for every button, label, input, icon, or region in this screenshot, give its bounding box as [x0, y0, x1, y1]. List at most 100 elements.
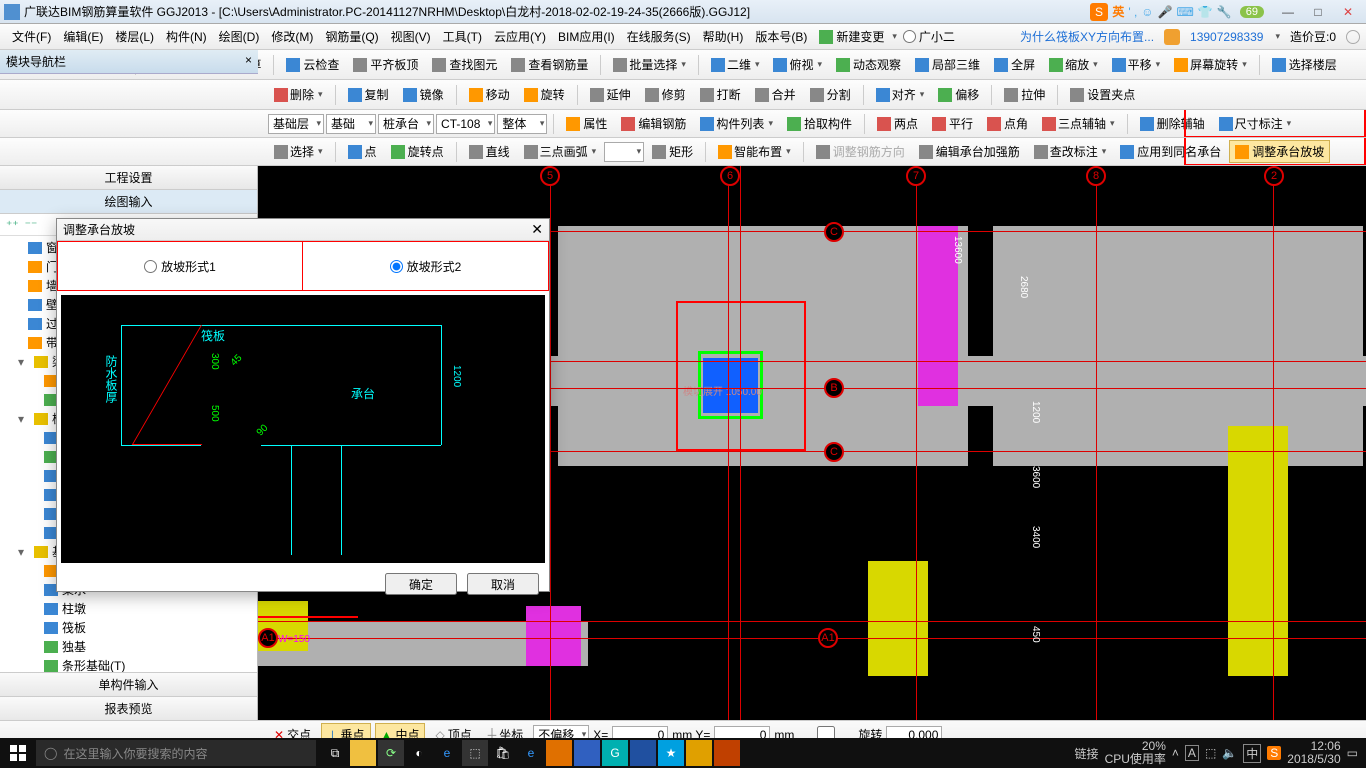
menu-comp[interactable]: 构件(N) [160, 28, 213, 45]
ime-kbd-icon[interactable]: ⌨ [1177, 5, 1194, 19]
tray-ime[interactable]: 中 [1243, 744, 1261, 763]
tree-indep[interactable]: 独基 [0, 637, 257, 656]
app3-icon[interactable]: ⬚ [462, 740, 488, 766]
editrebar-button[interactable]: 编辑钢筋 [615, 112, 692, 135]
radio-mode2[interactable]: 放坡形式2 [303, 242, 548, 290]
dialog-close-icon[interactable]: ✕ [531, 221, 543, 238]
offset-button[interactable]: 偏移 [932, 83, 985, 106]
threept-button[interactable]: 三点辅轴 [1036, 112, 1121, 135]
ime-lang[interactable]: 英 [1112, 3, 1124, 20]
menu-tool[interactable]: 工具(T) [437, 28, 488, 45]
parallel-button[interactable]: 平行 [926, 112, 979, 135]
menu-rebar[interactable]: 钢筋量(Q) [319, 28, 384, 45]
app9-icon[interactable] [686, 740, 712, 766]
rotpt-button[interactable]: 旋转点 [385, 140, 450, 163]
menu-view[interactable]: 视图(V) [385, 28, 437, 45]
user-avatar-icon[interactable] [1164, 29, 1180, 45]
merge-button[interactable]: 合并 [749, 83, 802, 106]
cancel-button[interactable]: 取消 [467, 573, 539, 595]
app1-icon[interactable]: ⟳ [378, 740, 404, 766]
user-radio[interactable]: 广小二 [903, 28, 955, 45]
menu-cloud[interactable]: 云应用(Y) [488, 28, 552, 45]
select-button[interactable]: 选择 [268, 140, 329, 163]
delete-button[interactable]: 删除 [268, 83, 329, 106]
dynview-button[interactable]: 动态观察 [830, 53, 907, 76]
point-button[interactable]: 点 [342, 140, 383, 163]
break-button[interactable]: 打断 [694, 83, 747, 106]
user-dd[interactable] [1273, 31, 1280, 42]
edge-icon[interactable]: e [434, 740, 460, 766]
app2-icon[interactable]: ◐ [406, 740, 432, 766]
menu-draw[interactable]: 绘图(D) [213, 28, 266, 45]
sogou-icon[interactable]: S [1090, 3, 1108, 21]
mirror-button[interactable]: 镜像 [397, 83, 450, 106]
ok-button[interactable]: 确定 [385, 573, 457, 595]
stretch-button[interactable]: 拉伸 [998, 83, 1051, 106]
draw-opt-combo[interactable] [604, 142, 644, 162]
zoom-button[interactable]: 缩放 [1043, 53, 1104, 76]
maximize-button[interactable]: □ [1304, 3, 1332, 21]
trim-button[interactable]: 修剪 [639, 83, 692, 106]
arc3-button[interactable]: 三点画弧 [518, 140, 603, 163]
new-change-button[interactable]: 新建变更 [813, 25, 890, 48]
comp-combo[interactable]: CT-108 [436, 114, 495, 134]
flatroof-button[interactable]: 平齐板顶 [347, 53, 424, 76]
applysame-button[interactable]: 应用到同名承台 [1114, 140, 1227, 163]
fullscreen-button[interactable]: 全屏 [988, 53, 1041, 76]
split-button[interactable]: 分割 [804, 83, 857, 106]
pick-button[interactable]: 拾取构件 [781, 112, 858, 135]
menu-file[interactable]: 文件(F) [6, 28, 57, 45]
pan-button[interactable]: 平移 [1106, 53, 1167, 76]
tray-a-icon[interactable]: A [1185, 745, 1199, 761]
store-icon[interactable]: 🛍 [490, 740, 516, 766]
scrrot-button[interactable]: 屏幕旋转 [1168, 53, 1253, 76]
tree-strip[interactable]: 条形基础(T) [0, 656, 257, 672]
credit-icon[interactable] [1346, 30, 1360, 44]
close-button[interactable]: ✕ [1334, 3, 1362, 21]
delaux-button[interactable]: 删除辅轴 [1134, 112, 1211, 135]
ime-punct-icon[interactable]: ' , [1128, 5, 1137, 19]
expand-icon[interactable]: ⁺⁺ [6, 218, 19, 232]
adjslope-button[interactable]: 调整承台放坡 [1229, 140, 1330, 163]
type-combo[interactable]: 桩承台 [378, 114, 434, 134]
app4-icon[interactable] [546, 740, 572, 766]
menu-help[interactable]: 帮助(H) [697, 28, 750, 45]
menu-modify[interactable]: 修改(M) [265, 28, 319, 45]
attr-button[interactable]: 属性 [560, 112, 613, 135]
viewsteel-button[interactable]: 查看钢筋量 [505, 53, 594, 76]
tray-up-icon[interactable]: ˄ [1172, 746, 1179, 760]
complist-button[interactable]: 构件列表 [694, 112, 779, 135]
twopt-button[interactable]: 两点 [871, 112, 924, 135]
tab-drawinput[interactable]: 绘图输入 [0, 190, 257, 214]
editrein-button[interactable]: 编辑承台加强筋 [913, 140, 1026, 163]
iso-button[interactable]: 俯视 [767, 53, 828, 76]
2d-button[interactable]: 二维 [705, 53, 766, 76]
faq-link[interactable]: 为什么筏板XY方向布置... [1020, 28, 1154, 45]
findimg-button[interactable]: 查找图元 [426, 53, 503, 76]
radio-mode1[interactable]: 放坡形式1 [58, 242, 303, 290]
new-change-dd[interactable] [890, 31, 897, 42]
collapse-icon[interactable]: ⁻⁻ [25, 218, 38, 232]
cpu-meter[interactable]: 20%CPU使用率 [1105, 740, 1166, 766]
tray-vol-icon[interactable]: 🔈 [1222, 746, 1237, 760]
batch-button[interactable]: 批量选择 [607, 53, 692, 76]
menu-online[interactable]: 在线服务(S) [621, 28, 697, 45]
user-phone[interactable]: 13907298339 [1190, 30, 1263, 44]
ime-skin-icon[interactable]: 👕 [1198, 5, 1213, 19]
ime-mic-icon[interactable]: 🎤 [1158, 5, 1173, 19]
tab-project[interactable]: 工程设置 [0, 166, 257, 190]
cat-combo[interactable]: 基础 [326, 114, 376, 134]
app8-icon[interactable]: ★ [658, 740, 684, 766]
app5-icon[interactable] [574, 740, 600, 766]
dialog-titlebar[interactable]: 调整承台放坡 ✕ [57, 219, 549, 241]
ime-smile-icon[interactable]: ☺ [1141, 5, 1153, 19]
scope-combo[interactable]: 整体 [497, 114, 547, 134]
notif-badge[interactable]: 69 [1240, 6, 1264, 18]
menu-bim[interactable]: BIM应用(I) [552, 28, 621, 45]
ime-tool-icon[interactable]: 🔧 [1217, 5, 1232, 19]
line-button[interactable]: 直线 [463, 140, 516, 163]
app10-icon[interactable] [714, 740, 740, 766]
explorer-icon[interactable] [350, 740, 376, 766]
tray-sogou-icon[interactable]: S [1267, 746, 1281, 760]
cloud-check-button[interactable]: 云检查 [280, 53, 345, 76]
